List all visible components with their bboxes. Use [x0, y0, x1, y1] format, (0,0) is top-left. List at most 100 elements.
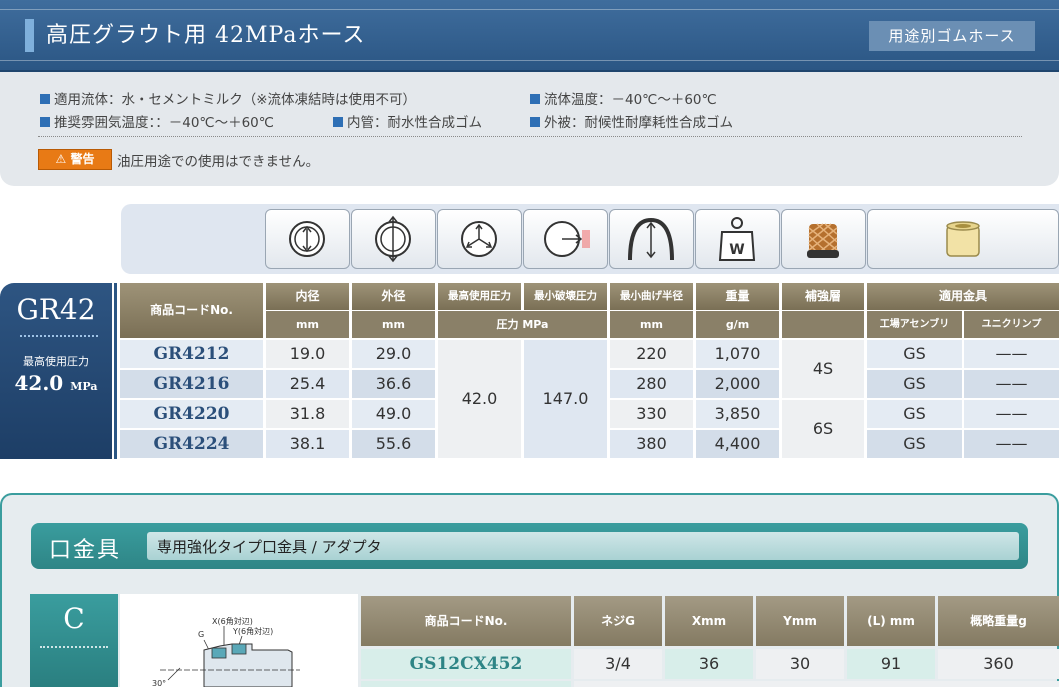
col-header-l: (L) mm	[847, 596, 935, 646]
col-header-code: 商品コードNo.	[120, 283, 263, 338]
unit-br: mm	[610, 311, 693, 338]
cell-y: 30	[756, 649, 844, 679]
product-code[interactable]: GR4216	[120, 370, 263, 398]
bend-radius-icon	[609, 209, 694, 269]
cell-od: 49.0	[352, 400, 435, 428]
fitting-type-badge: C	[30, 594, 118, 687]
product-code[interactable]: GR4224	[120, 430, 263, 458]
col-header-id: 内径	[266, 283, 349, 310]
bullet-icon	[40, 94, 50, 104]
cell-burst-pressure: 147.0	[524, 340, 607, 458]
bullet-icon	[40, 117, 50, 127]
cell-od: 36.6	[352, 370, 435, 398]
product-code[interactable]: GR4220	[120, 400, 263, 428]
fitting-drawing: X(6角対辺) Y(6角対辺) G 30°	[120, 594, 358, 688]
product-code[interactable]: GR4212	[120, 340, 263, 368]
divider	[38, 136, 1022, 137]
cell-weight: 2,000	[696, 370, 779, 398]
col-header-fitting: 適用金具	[867, 283, 1059, 310]
page-header: 高圧グラウト用 42MPaホース 用途別ゴムホース	[0, 0, 1059, 72]
cell-fit-b: ——	[964, 370, 1059, 398]
cell-br: 380	[610, 430, 693, 458]
warning-icon: ⚠	[55, 152, 67, 166]
col-header-reinforcement: 補強層	[782, 283, 864, 310]
cell-l: 91	[847, 649, 935, 679]
cell-od: 55.6	[352, 430, 435, 458]
drawing-label-x: X(6角対辺)	[212, 616, 253, 626]
col-header-wp: 最高使用圧力	[438, 283, 521, 310]
col-header-thread: ネジG	[574, 596, 662, 646]
cell-id: 19.0	[266, 340, 349, 368]
col-header-y: Ymm	[756, 596, 844, 646]
col-header-x: Xmm	[665, 596, 753, 646]
series-code: GR42	[16, 293, 96, 326]
fittings-subtitle-box: 専用強化タイプ口金具 / アダプタ	[147, 532, 1019, 560]
series-badge: GR42 最高使用圧力 42.0 MPa	[0, 283, 112, 459]
title-accent-bar	[25, 19, 34, 52]
spec-cover: 外被：耐候性耐摩耗性合成ゴム	[530, 111, 733, 131]
cell-weight: 360	[938, 649, 1059, 679]
bullet-icon	[530, 94, 540, 104]
page-title: 高圧グラウト用 42MPaホース	[46, 23, 366, 48]
cell-fit-b: ——	[964, 430, 1059, 458]
col-header-bp: 最小破壊圧力	[524, 283, 607, 310]
unit-reinforcement	[782, 311, 864, 338]
pressure-value: 42.0 MPa	[14, 371, 98, 395]
spec-inner-tube: 内管：耐水性合成ゴム	[333, 111, 482, 131]
cell-br: 280	[610, 370, 693, 398]
col-header-weight: 概略重量g	[938, 596, 1059, 646]
warning-badge: ⚠ 警告	[38, 149, 112, 170]
spec-ambient-temp: 推奨雰囲気温度：：－40℃～＋60℃	[40, 111, 274, 131]
fittings-subtitle: 専用強化タイプ口金具 / アダプタ	[157, 538, 382, 556]
category-link[interactable]: 用途別ゴムホース	[869, 21, 1035, 51]
table-row	[361, 681, 571, 687]
bullet-icon	[530, 117, 540, 127]
bullet-icon	[333, 117, 343, 127]
burst-pressure-icon	[523, 209, 608, 269]
fitting-code[interactable]: GS12CX452	[361, 649, 571, 679]
cell-fit-b: ——	[964, 400, 1059, 428]
cell-id: 31.8	[266, 400, 349, 428]
svg-text:W: W	[729, 242, 744, 258]
reinforcement-icon	[781, 209, 866, 269]
fittings-title-bar: 口金具 専用強化タイプ口金具 / アダプタ	[31, 523, 1028, 569]
cell-br: 330	[610, 400, 693, 428]
unit-od: mm	[352, 311, 435, 338]
cell-weight: 4,400	[696, 430, 779, 458]
cell-fit-a: GS	[867, 430, 962, 458]
cell-br: 220	[610, 340, 693, 368]
fitting-icon	[867, 209, 1059, 269]
warning-text: 油圧用途での使用はできません。	[117, 154, 320, 170]
cell-id: 38.1	[266, 430, 349, 458]
inner-diameter-icon	[265, 209, 350, 269]
col-header-weight: 重量	[696, 283, 779, 310]
cell-weight: 3,850	[696, 400, 779, 428]
cell-weight: 1,070	[696, 340, 779, 368]
drawing-label-angle: 30°	[152, 679, 166, 687]
drawing-label-y: Y(6角対辺)	[232, 626, 273, 636]
cell-od: 29.0	[352, 340, 435, 368]
divider	[20, 335, 98, 337]
working-pressure-icon	[437, 209, 522, 269]
cell-fit-a: GS	[867, 370, 962, 398]
unit-fit-uniclimp: ユニクリンプ	[964, 311, 1059, 338]
cell-fit-a: GS	[867, 340, 962, 368]
col-header-br: 最小曲げ半径	[610, 283, 693, 310]
cell-fit-a: GS	[867, 400, 962, 428]
spec-panel: 適用流体：水・セメントミルク（※流体凍結時は使用不可） 流体温度：－40℃～＋6…	[0, 72, 1059, 186]
divider	[40, 646, 108, 648]
fitting-type: C	[63, 602, 85, 635]
cell-reinforcement: 6S	[782, 400, 864, 458]
cell-id: 25.4	[266, 370, 349, 398]
cell-working-pressure: 42.0	[438, 340, 521, 458]
spec-fluid-temp: 流体温度：－40℃～＋60℃	[530, 88, 717, 108]
drawing-label-g: G	[198, 630, 204, 639]
cell-x: 36	[665, 649, 753, 679]
unit-id: mm	[266, 311, 349, 338]
cell-fit-b: ——	[964, 340, 1059, 368]
weight-icon: W	[695, 209, 780, 269]
divider	[114, 283, 117, 459]
table-row	[574, 681, 1059, 687]
cell-reinforcement: 4S	[782, 340, 864, 398]
col-header-fitting-code: 商品コードNo.	[361, 596, 571, 646]
